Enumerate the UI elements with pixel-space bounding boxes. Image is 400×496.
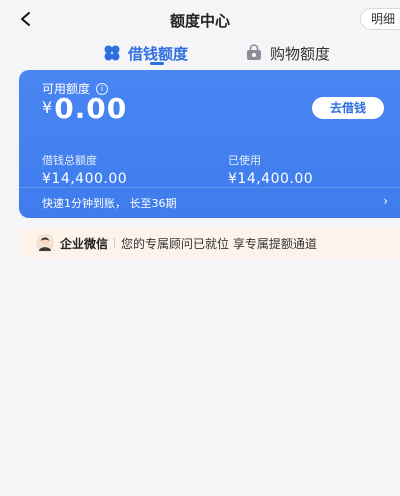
- banner-title: 企业微信: [60, 236, 109, 251]
- total-quota-label: 借钱总额度: [42, 154, 97, 167]
- card-divider: [19, 187, 400, 188]
- available-amount: ¥ 0.00: [42, 92, 127, 125]
- tab-label: 购物额度: [270, 44, 331, 63]
- tab-loan-quota[interactable]: 借钱额度: [103, 38, 188, 68]
- wecom-advisor-banner[interactable]: 企业微信 您的专属顾问已就位 享专属提额通道: [19, 228, 400, 258]
- borrow-button[interactable]: 去借钱: [312, 97, 384, 119]
- active-tab-indicator: [150, 62, 164, 65]
- banner-message: 您的专属顾问已就位 享专属提额通道: [121, 236, 317, 251]
- used-quota-label: 已使用: [228, 154, 261, 167]
- advisor-avatar-icon: [36, 234, 54, 252]
- detail-link[interactable]: 明细: [359, 8, 400, 30]
- header-bar: 额度中心 明细: [0, 0, 400, 38]
- shopping-bag-icon: [247, 44, 261, 60]
- page-title: 额度中心: [169, 12, 230, 30]
- chevron-right-icon[interactable]: ›: [383, 194, 388, 208]
- card-promo-text[interactable]: 快速1分钟到账， 长至36期: [42, 195, 177, 211]
- available-amount-value: 0.00: [54, 92, 128, 125]
- total-quota: 借钱总额度 ¥14,400.00: [42, 152, 127, 187]
- used-quota-value: ¥14,400.00: [228, 171, 314, 187]
- tab-label: 借钱额度: [128, 44, 189, 63]
- quota-card: 可用额度 i ¥ 0.00 去借钱 借钱总额度 ¥14,400.00 已使用 ¥…: [19, 70, 400, 218]
- clover-icon: [104, 45, 120, 61]
- total-quota-value: ¥14,400.00: [42, 171, 128, 187]
- currency-symbol: ¥: [42, 98, 53, 117]
- tab-shopping-quota[interactable]: 购物额度: [245, 38, 330, 68]
- used-quota: 已使用 ¥14,400.00: [228, 152, 313, 187]
- banner-divider: [114, 238, 116, 248]
- tab-bar: 借钱额度 购物额度: [0, 38, 400, 68]
